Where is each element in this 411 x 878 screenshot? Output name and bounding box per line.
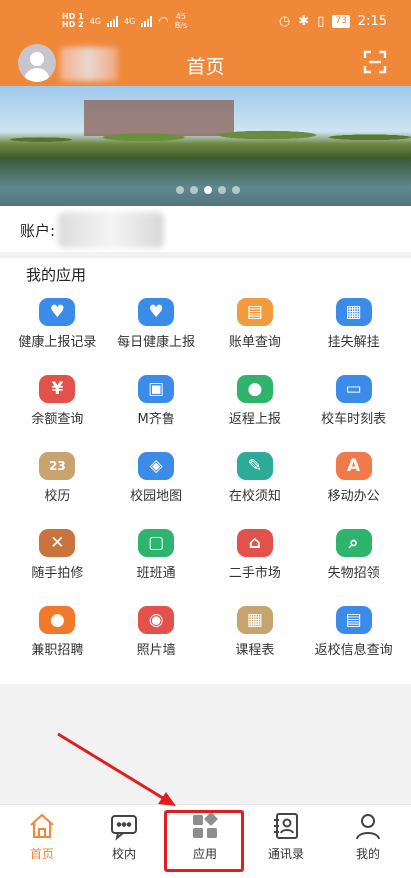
- annotation-arrow: [57, 732, 176, 806]
